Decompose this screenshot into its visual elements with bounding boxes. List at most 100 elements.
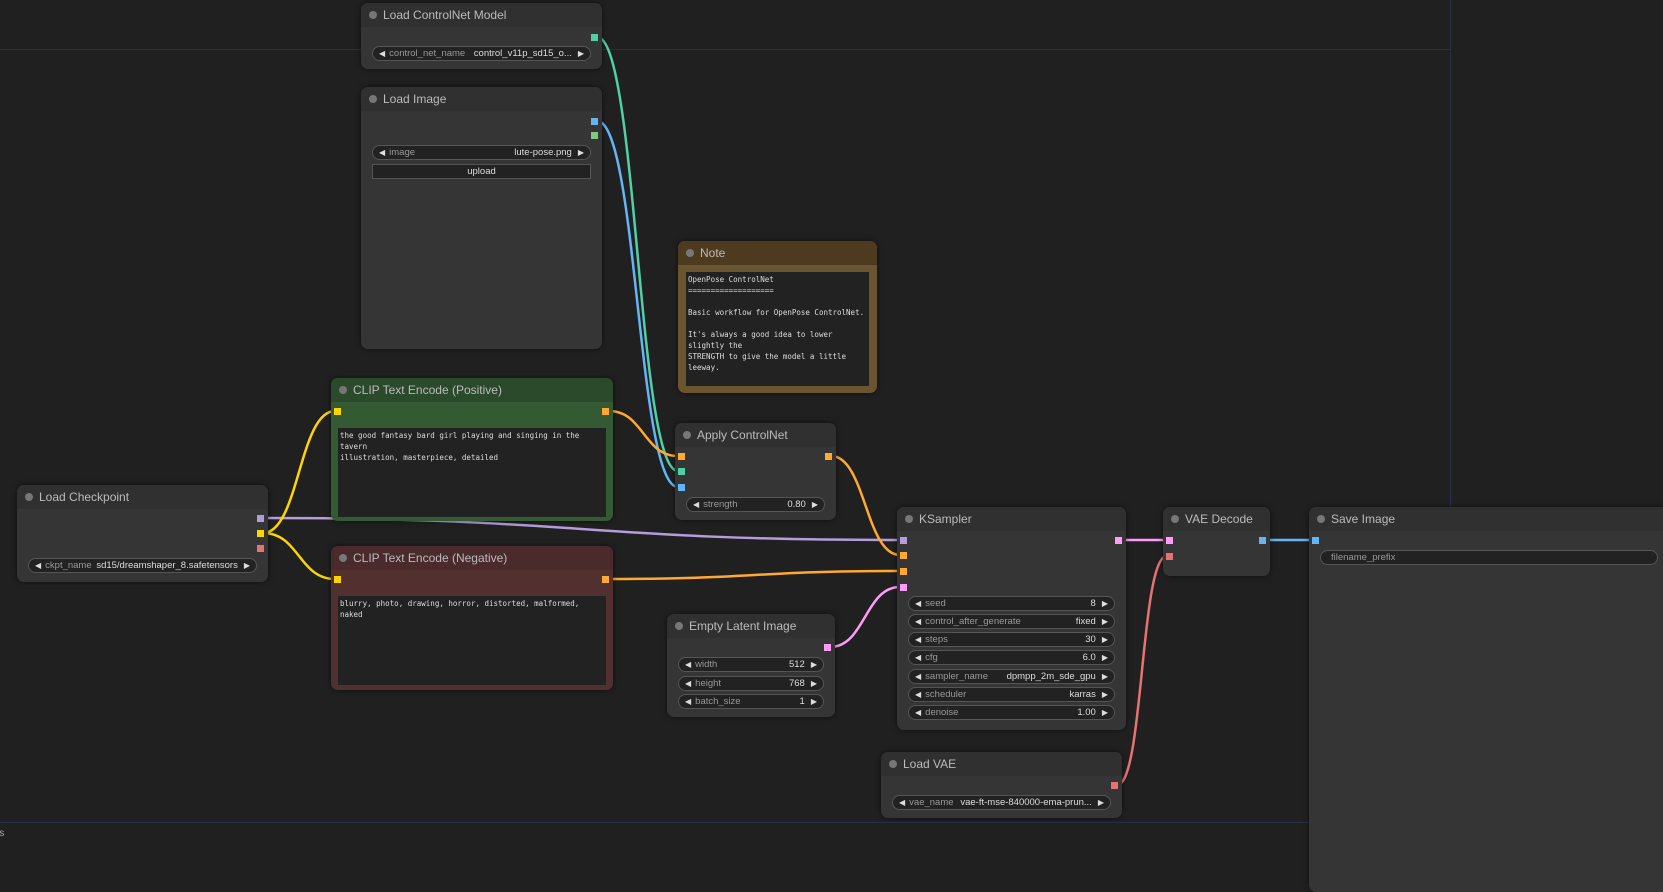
arrow-left-icon[interactable]: ◀	[685, 658, 691, 671]
arrow-right-icon[interactable]: ▶	[1102, 597, 1108, 610]
widget-steps[interactable]: ◀ steps 30 ▶	[908, 632, 1115, 647]
arrow-right-icon[interactable]: ▶	[578, 47, 584, 60]
output-slot-control_net[interactable]	[591, 34, 598, 41]
arrow-left-icon[interactable]: ◀	[915, 633, 921, 646]
input-slot-conditioning[interactable]	[678, 453, 685, 460]
node-title[interactable]: Load VAE	[881, 752, 1122, 776]
node-title[interactable]: Empty Latent Image	[667, 614, 835, 638]
node-img[interactable]: Load Image ◀ image lute-pose.png ▶ upload	[361, 87, 602, 349]
output-slot-conditioning[interactable]	[825, 453, 832, 460]
node-title[interactable]: Note	[678, 241, 877, 265]
collapse-dot-icon[interactable]	[889, 760, 897, 768]
arrow-left-icon[interactable]: ◀	[899, 796, 905, 809]
node-pos[interactable]: CLIP Text Encode (Positive) the good fant…	[331, 378, 613, 521]
node-title[interactable]: CLIP Text Encode (Positive)	[331, 378, 613, 402]
node-title[interactable]: KSampler	[897, 507, 1126, 531]
node-title[interactable]: Load Image	[361, 87, 602, 111]
input-slot-image[interactable]	[678, 484, 685, 491]
widget-cfg[interactable]: ◀ cfg 6.0 ▶	[908, 650, 1115, 665]
node-cn[interactable]: Load ControlNet Model ◀ control_net_name co…	[361, 3, 602, 69]
input-slot-model[interactable]	[900, 537, 907, 544]
arrow-right-icon[interactable]: ▶	[1102, 633, 1108, 646]
input-slot-latent[interactable]	[1166, 537, 1173, 544]
arrow-right-icon[interactable]: ▶	[1102, 670, 1108, 683]
widget-sampler-name[interactable]: ◀ sampler_name dpmpp_2m_sde_gpu ▶	[908, 669, 1115, 684]
node-title[interactable]: Apply ControlNet	[675, 423, 836, 447]
arrow-right-icon[interactable]: ▶	[812, 498, 818, 511]
output-slot-model[interactable]	[257, 515, 264, 522]
widget-strength[interactable]: ◀ strength 0.80 ▶	[686, 497, 825, 512]
output-slot-latent[interactable]	[824, 644, 831, 651]
node-title[interactable]: Load ControlNet Model	[361, 3, 602, 27]
arrow-left-icon[interactable]: ◀	[915, 670, 921, 683]
node-note[interactable]: Note OpenPose ControlNet ================…	[678, 241, 877, 393]
arrow-right-icon[interactable]: ▶	[1102, 615, 1108, 628]
widget-seed[interactable]: ◀ seed 8 ▶	[908, 596, 1115, 611]
widget-ckpt-name[interactable]: ◀ ckpt_name sd15/dreamshaper_8.safetensors…	[28, 558, 257, 573]
node-neg[interactable]: CLIP Text Encode (Negative) blurry, photo…	[331, 546, 613, 690]
arrow-right-icon[interactable]: ▶	[811, 677, 817, 690]
output-slot-clip[interactable]	[257, 530, 264, 537]
input-slot-clip[interactable]	[334, 576, 341, 583]
collapse-dot-icon[interactable]	[339, 386, 347, 394]
output-slot-image[interactable]	[1259, 537, 1266, 544]
node-save[interactable]: Save Image filename_prefix	[1309, 507, 1663, 892]
arrow-right-icon[interactable]: ▶	[1102, 688, 1108, 701]
node-vae[interactable]: Load VAE ◀ vae_name vae-ft-mse-840000-ema-p…	[881, 752, 1122, 818]
collapse-dot-icon[interactable]	[339, 554, 347, 562]
input-slot-latent[interactable]	[900, 584, 907, 591]
widget-filename-prefix[interactable]: filename_prefix	[1320, 550, 1658, 565]
widget-height[interactable]: ◀ height 768 ▶	[678, 676, 824, 691]
node-title[interactable]: CLIP Text Encode (Negative)	[331, 546, 613, 570]
output-slot-mask[interactable]	[591, 132, 598, 139]
arrow-left-icon[interactable]: ◀	[915, 597, 921, 610]
collapse-dot-icon[interactable]	[1317, 515, 1325, 523]
arrow-left-icon[interactable]: ◀	[379, 146, 385, 159]
collapse-dot-icon[interactable]	[686, 249, 694, 257]
input-slot-image[interactable]	[1312, 537, 1319, 544]
collapse-dot-icon[interactable]	[369, 11, 377, 19]
output-slot-latent[interactable]	[1115, 537, 1122, 544]
arrow-left-icon[interactable]: ◀	[685, 677, 691, 690]
node-latent[interactable]: Empty Latent Image ◀ width 512 ▶ ◀ height 768 ▶ ◀…	[667, 614, 835, 717]
collapse-dot-icon[interactable]	[905, 515, 913, 523]
text-area[interactable]: blurry, photo, drawing, horror, distorte…	[338, 596, 606, 685]
collapse-dot-icon[interactable]	[683, 431, 691, 439]
node-title[interactable]: VAE Decode	[1163, 507, 1270, 531]
arrow-left-icon[interactable]: ◀	[915, 706, 921, 719]
node-ckpt[interactable]: Load Checkpoint ◀ ckpt_name sd15/dreamshape…	[17, 485, 268, 582]
output-slot-vae[interactable]	[1111, 782, 1118, 789]
widget-batch-size[interactable]: ◀ batch_size 1 ▶	[678, 694, 824, 709]
input-slot-conditioning[interactable]	[900, 568, 907, 575]
widget-image[interactable]: ◀ image lute-pose.png ▶	[372, 145, 591, 160]
collapse-dot-icon[interactable]	[1171, 515, 1179, 523]
arrow-left-icon[interactable]: ◀	[915, 615, 921, 628]
collapse-dot-icon[interactable]	[369, 95, 377, 103]
arrow-left-icon[interactable]: ◀	[915, 688, 921, 701]
arrow-right-icon[interactable]: ▶	[811, 658, 817, 671]
node-dec[interactable]: VAE Decode	[1163, 507, 1270, 576]
input-slot-control_net[interactable]	[678, 468, 685, 475]
text-area[interactable]: OpenPose ControlNet =================== …	[686, 272, 869, 386]
arrow-right-icon[interactable]: ▶	[578, 146, 584, 159]
widget-denoise[interactable]: ◀ denoise 1.00 ▶	[908, 705, 1115, 720]
arrow-right-icon[interactable]: ▶	[1098, 796, 1104, 809]
output-slot-image[interactable]	[591, 118, 598, 125]
widget-vae-name[interactable]: ◀ vae_name vae-ft-mse-840000-ema-prun... ▶	[892, 795, 1111, 810]
upload-button[interactable]: upload	[372, 164, 591, 179]
arrow-right-icon[interactable]: ▶	[244, 559, 250, 572]
widget-scheduler[interactable]: ◀ scheduler karras ▶	[908, 687, 1115, 702]
output-slot-conditioning[interactable]	[602, 408, 609, 415]
widget-control-net-name[interactable]: ◀ control_net_name control_v11p_sd15_o... ▶	[372, 46, 591, 61]
input-slot-vae[interactable]	[1166, 553, 1173, 560]
arrow-left-icon[interactable]: ◀	[379, 47, 385, 60]
arrow-left-icon[interactable]: ◀	[693, 498, 699, 511]
input-slot-conditioning[interactable]	[900, 552, 907, 559]
node-ks[interactable]: KSampler ◀ seed 8 ▶ ◀ control_after_generate fi…	[897, 507, 1126, 730]
arrow-right-icon[interactable]: ▶	[1102, 706, 1108, 719]
output-slot-conditioning[interactable]	[602, 576, 609, 583]
input-slot-clip[interactable]	[334, 408, 341, 415]
node-apply[interactable]: Apply ControlNet ◀ strength 0.80 ▶	[675, 423, 836, 520]
collapse-dot-icon[interactable]	[675, 622, 683, 630]
arrow-left-icon[interactable]: ◀	[915, 651, 921, 664]
